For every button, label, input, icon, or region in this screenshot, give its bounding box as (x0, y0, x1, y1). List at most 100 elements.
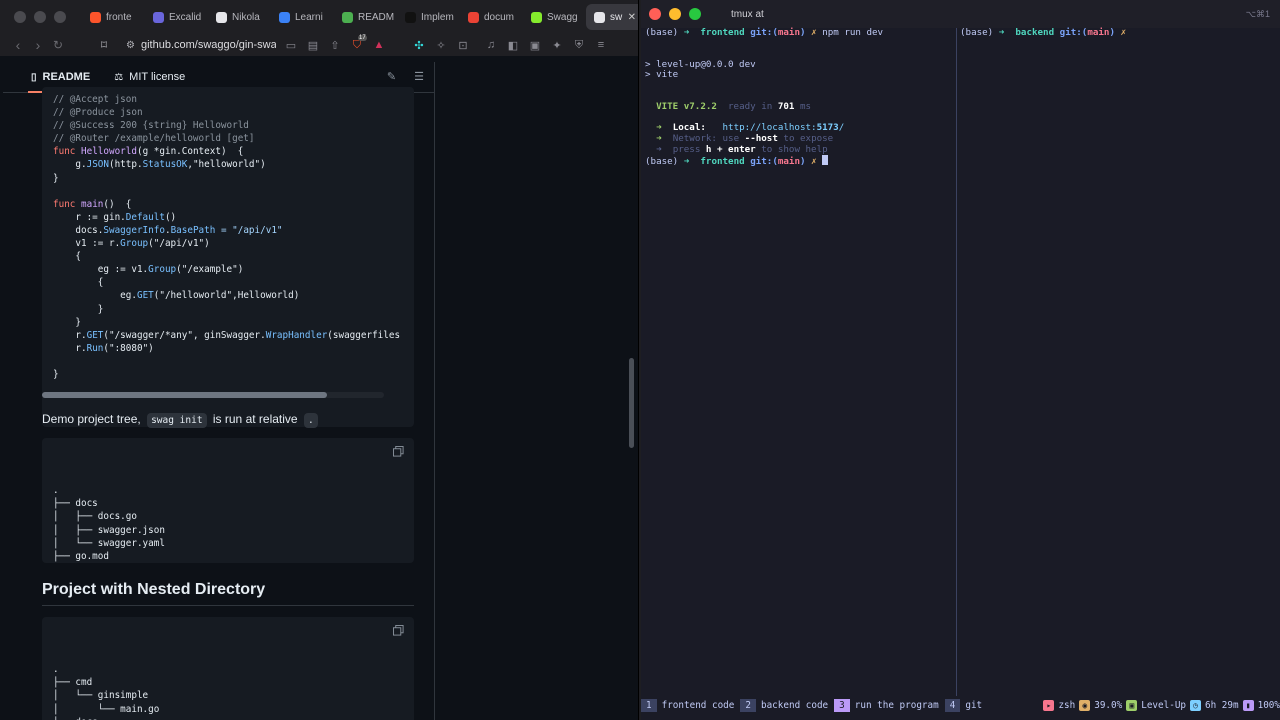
tab-readme[interactable]: ▯ README (31, 71, 90, 83)
tmux-window-tab[interactable]: 4 git (944, 698, 983, 712)
prompt-git-end: ) (800, 27, 806, 38)
zoom-window-button[interactable] (689, 8, 701, 20)
code-line: eg := v1.Group("/example") (53, 263, 414, 276)
code-token: () { (103, 198, 132, 210)
prompt-git: git:( (750, 156, 778, 168)
page-vertical-scrollbar[interactable] (629, 358, 634, 448)
local-url-post: / (838, 122, 845, 134)
close-window-button[interactable] (649, 8, 661, 20)
forward-icon[interactable]: › (28, 37, 48, 53)
browser-tab[interactable]: sw ✕ (586, 4, 638, 30)
code-line: { (53, 250, 414, 263)
code-token: // @Accept json (53, 94, 137, 105)
clock-icon: ◷ (1190, 699, 1202, 711)
copy-icon[interactable] (393, 625, 404, 636)
tmux-status-bar: 1 frontend code 2 backend code 3 run the prog… (641, 697, 1280, 713)
code-horizontal-scrollbar[interactable] (42, 392, 384, 398)
browser-tab[interactable]: READM (334, 4, 396, 30)
browser-tab[interactable]: fronte (82, 4, 144, 30)
url-field[interactable]: ⚙ github.com/swaggo/gin-swa... (126, 39, 276, 51)
reader-icon[interactable]: ▤ (302, 39, 324, 52)
medium-icon (405, 11, 416, 23)
vpn-icon[interactable]: ⛨ (568, 39, 590, 52)
bookmark-icon[interactable]: ⌑ (94, 38, 114, 52)
window-name: git (965, 699, 983, 711)
code-line: r := gin.Default() (53, 211, 414, 224)
tmux-pane-frontend[interactable]: (base) ➜ frontend git:(main) ✗ npm run d… (645, 27, 955, 168)
browser-tab[interactable]: Implem (397, 4, 459, 30)
tab-label: Implem (421, 11, 454, 23)
back-icon[interactable]: ‹ (8, 37, 28, 53)
tmux-pane-backend[interactable]: (base) ➜ backend git:(main) ✗ (960, 27, 1275, 39)
local-url-pre: http://localhost: (722, 122, 817, 134)
vite-ready-line: VITE v7.2.2 ready in 701 ms (645, 101, 955, 113)
inline-code-swag-init: swag init (147, 413, 207, 428)
minimize-window-button[interactable] (34, 11, 46, 23)
code-line: // @Accept json (53, 93, 414, 106)
code-token: (":8080") (103, 342, 154, 354)
prompt-line: (base) ➜ backend git:(main) ✗ (960, 27, 1275, 39)
code-line: } (53, 368, 414, 381)
close-tab-icon[interactable]: ✕ (628, 12, 636, 23)
code-token: } (53, 368, 59, 380)
local-url-link[interactable]: http://localhost:5173/ (722, 122, 845, 134)
sidebar-icon[interactable]: ◧ (502, 39, 524, 52)
prompt-branch: main (777, 27, 800, 38)
status-battery: ▮ 100% (1242, 699, 1280, 711)
code-line: r.Run(":8080") (53, 342, 414, 355)
tab-license[interactable]: ⚖ MIT license (114, 71, 185, 83)
code-token: GET (86, 329, 104, 341)
tmux-window-tab[interactable]: 2 backend code (740, 698, 828, 712)
cast-icon[interactable]: ▭ (280, 39, 302, 52)
edit-icon[interactable]: ✎ (387, 70, 396, 83)
leo-icon[interactable]: ✦ (546, 39, 568, 52)
prompt-arrow-icon: ➜ (683, 156, 690, 168)
reload-icon[interactable]: ↻ (48, 38, 68, 52)
code-line: } (53, 316, 414, 329)
screenshot-icon[interactable]: ⊡ (452, 39, 474, 52)
code-token: } (53, 172, 59, 184)
close-window-button[interactable] (14, 11, 26, 23)
code-line: { (53, 276, 414, 289)
code-line: r.GET("/swagger/*any", ginSwagger.WrapHa… (53, 329, 414, 342)
scrollbar-thumb[interactable] (42, 392, 327, 398)
extension-icon[interactable]: ✣ (408, 39, 430, 52)
media-icon[interactable]: ♫ (480, 39, 502, 51)
prompt-arrow-icon: ➜ (683, 27, 690, 38)
code-token: Helloworld (81, 146, 137, 158)
zoom-window-button[interactable] (54, 11, 66, 23)
browser-tab[interactable]: Learni (271, 4, 333, 30)
code-line: eg.GET("/helloworld",Helloworld) (53, 289, 414, 302)
outline-icon[interactable]: ☰ (414, 70, 424, 83)
minimize-window-button[interactable] (669, 8, 681, 20)
menu-icon[interactable]: ≡ (590, 39, 612, 51)
tree-line: │ └── ginsimple (53, 690, 149, 702)
puzzle-icon[interactable]: ✧ (430, 39, 452, 52)
rewards-icon[interactable]: ▲ (368, 39, 390, 51)
browser-tab[interactable]: Nikola (208, 4, 270, 30)
code-token: ("/swagger/*any", ginSwagger. (103, 329, 266, 341)
tab-license-label: MIT license (129, 71, 186, 83)
wallet-icon[interactable]: ▣ (524, 39, 546, 52)
copy-icon[interactable] (393, 446, 404, 457)
tree-line: │ └── swagger.yaml (53, 537, 165, 549)
prompt-git-end: ) (1109, 27, 1116, 38)
code-token: Default (125, 211, 165, 223)
browser-tab[interactable]: Excalid (145, 4, 207, 30)
tab-label: Excalid (169, 11, 202, 23)
pane-divider[interactable] (956, 28, 957, 696)
session-icon: ▣ (1126, 699, 1138, 711)
demo-text-before: Demo project tree, (42, 412, 141, 426)
tmux-window-tab[interactable]: 3 run the program (834, 698, 939, 712)
prompt-dirty-mark: ✗ (811, 156, 817, 168)
terminal-icon: ▸ (1043, 699, 1055, 711)
help-text: to show help (761, 143, 828, 155)
browser-tab[interactable]: docum (460, 4, 522, 30)
share-icon[interactable]: ⇧ (324, 39, 346, 52)
browser-tab[interactable]: Swagg (523, 4, 585, 30)
brave-shield-icon[interactable]: ⛉ 17 (346, 34, 368, 52)
tmux-window-tab[interactable]: 1 frontend code (641, 698, 734, 712)
site-info-icon[interactable]: ⚙ (126, 40, 135, 51)
code-line: v1 := r.Group("/api/v1") (53, 237, 414, 250)
swagger-icon (531, 11, 542, 23)
